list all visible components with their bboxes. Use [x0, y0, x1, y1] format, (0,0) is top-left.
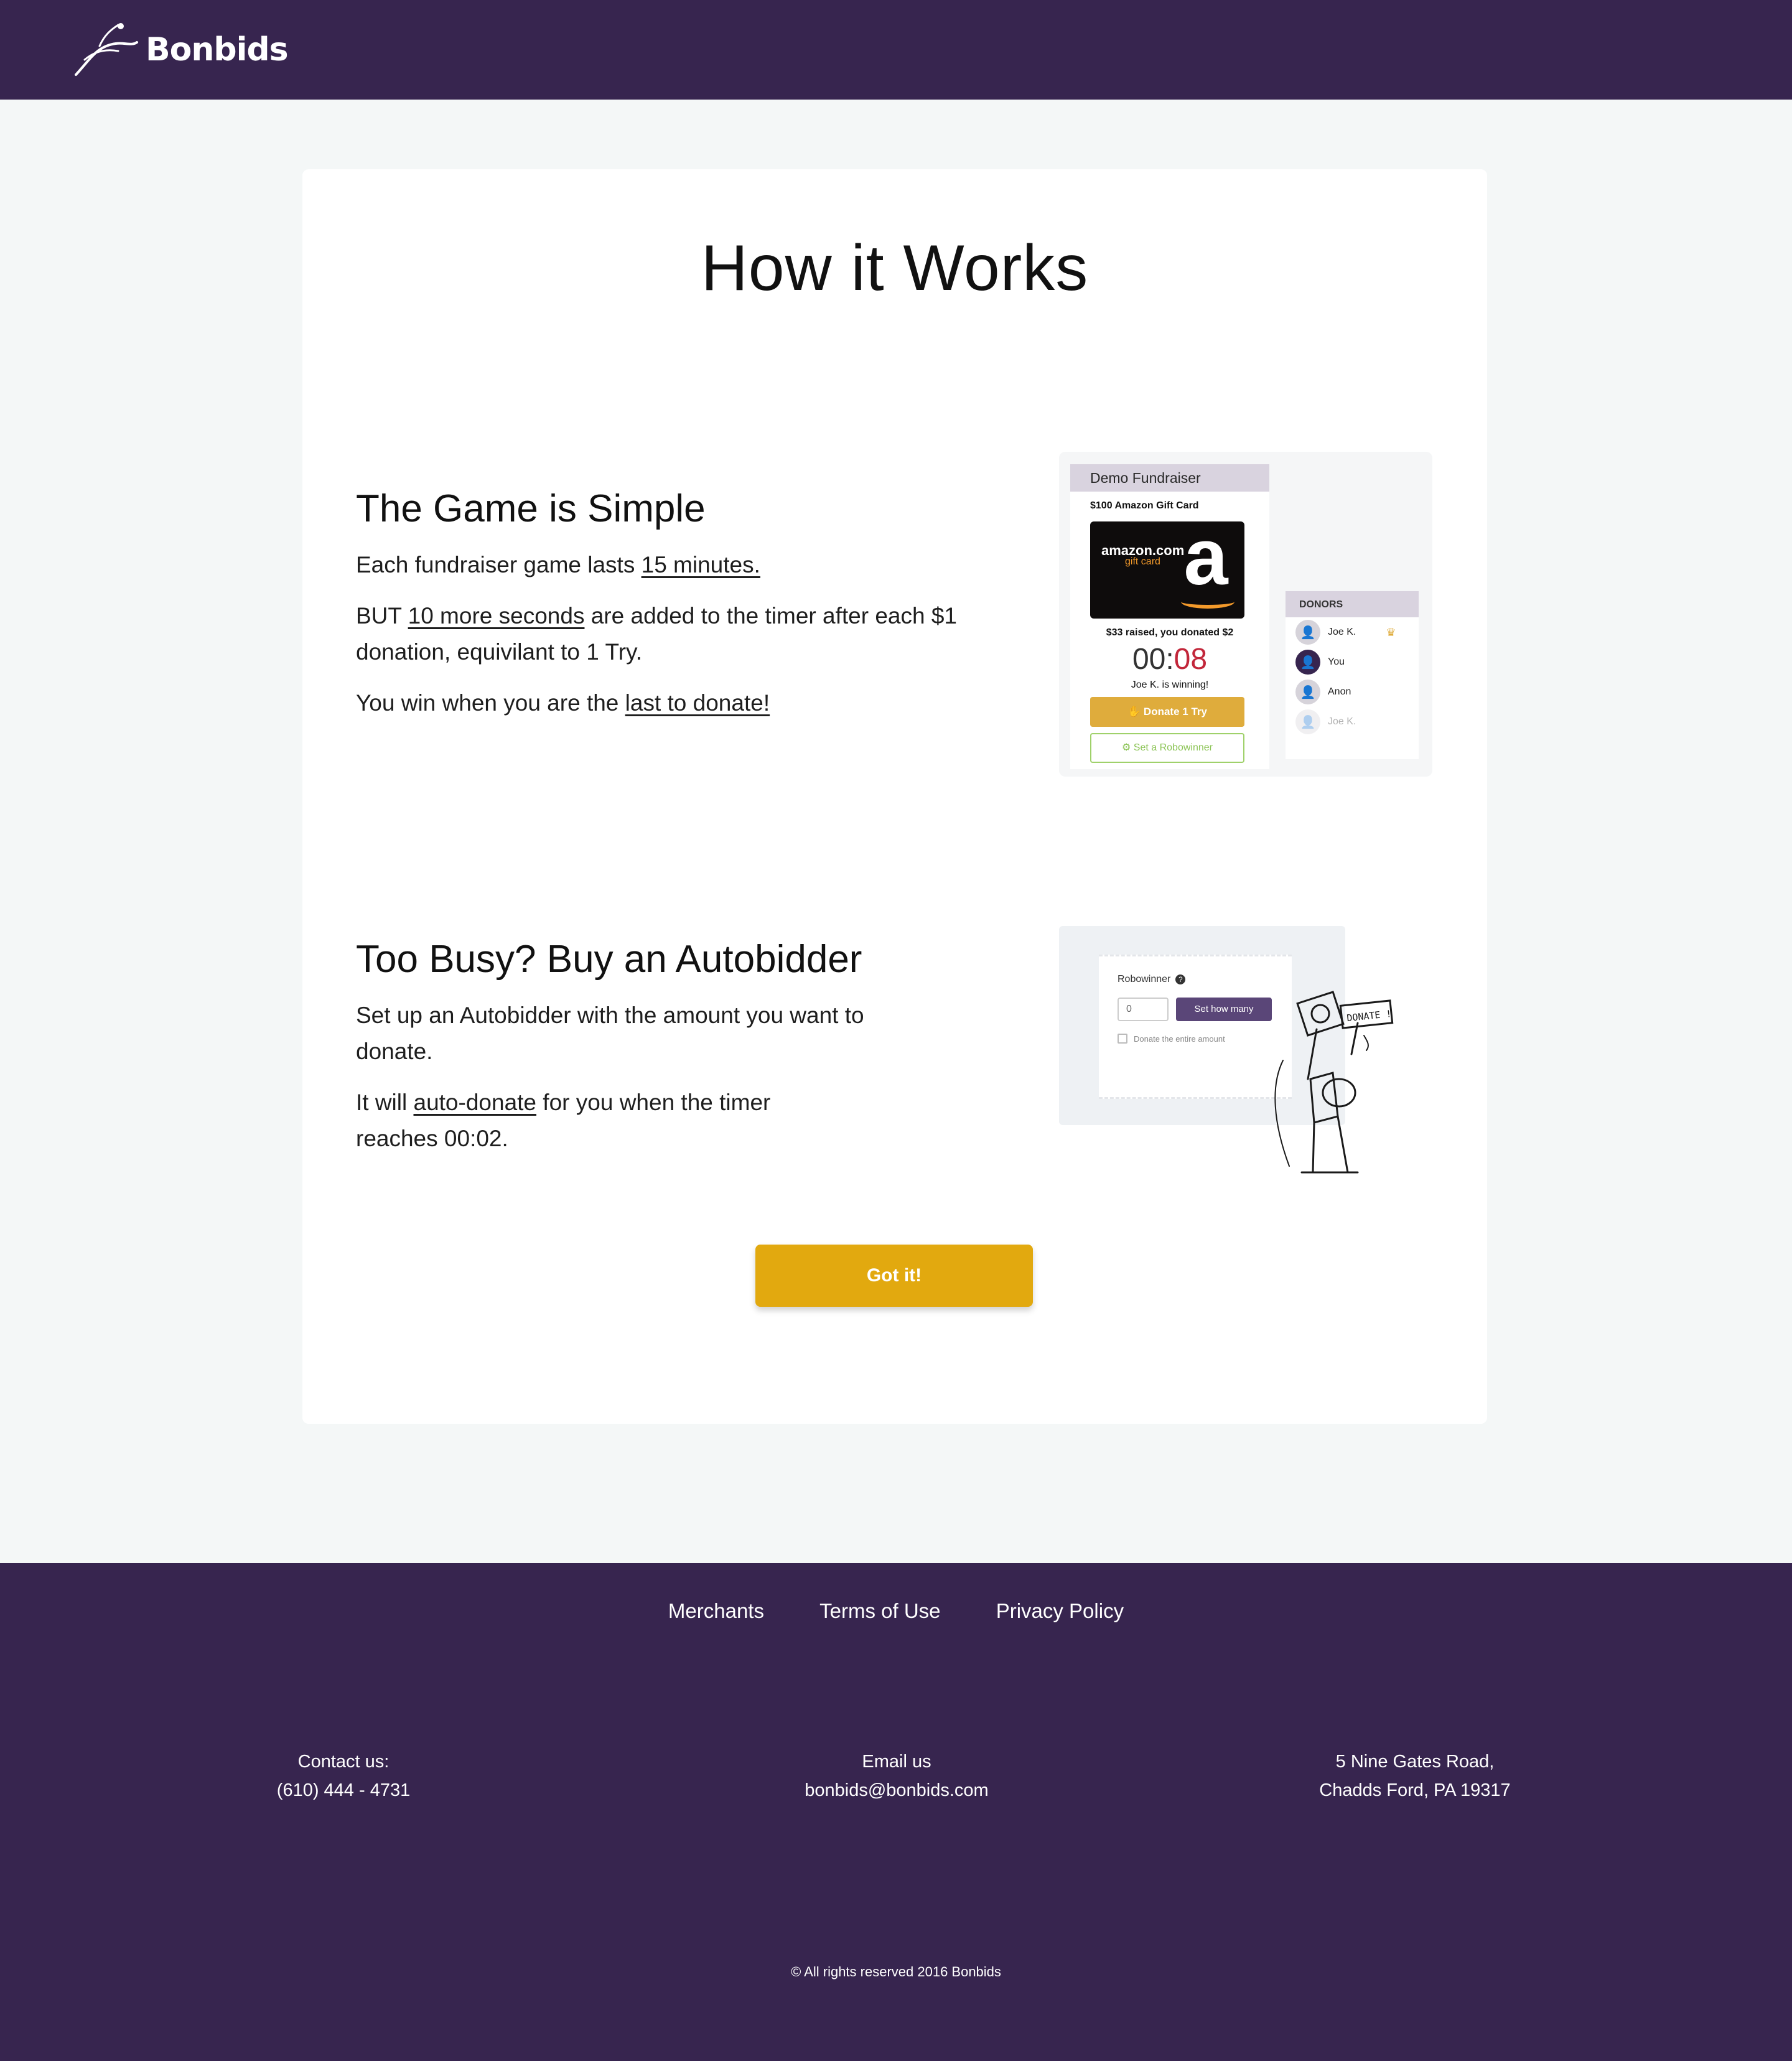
section-heading: The Game is Simple [356, 487, 706, 530]
footer-link-merchants[interactable]: Merchants [668, 1599, 764, 1622]
logo-text: Bonbids [146, 31, 289, 68]
robot-sketch-icon: DONATE ! [1274, 991, 1394, 1174]
seconds-link[interactable]: 10 more seconds [408, 603, 585, 629]
help-icon: ? [1175, 974, 1186, 984]
contact-email[interactable]: bonbids@bonbids.com [710, 1776, 1083, 1805]
robot-icon: ⚙ [1122, 742, 1134, 753]
contact-email-block: Email us bonbids@bonbids.com [710, 1747, 1083, 1805]
donors-panel: DONORS 👤 Joe K. ♛ 👤 You 👤 Anon 👤 Joe K. [1286, 591, 1419, 759]
avatar: 👤 [1295, 709, 1320, 734]
donor-item: 👤 Joe K. ♛ [1286, 617, 1419, 647]
autobidder-section: Too Busy? Buy an Autobidder Set up an Au… [356, 937, 903, 1172]
amazon-gift-card-image: amazon.com gift card a [1090, 513, 1244, 619]
countdown-timer: 00:08 [1132, 643, 1208, 676]
how-it-works-card: How it Works The Game is Simple Each fun… [302, 169, 1487, 1424]
page-title: How it Works [701, 232, 1089, 304]
avatar: 👤 [1295, 620, 1320, 645]
quantity-stepper: 0 [1118, 998, 1169, 1021]
donate-entire-checkbox: Donate the entire amount [1118, 1034, 1225, 1044]
hand-icon: ✋ [1127, 706, 1144, 717]
winning-text: Joe K. is winning! [1131, 680, 1209, 690]
footer: Merchants Terms of Use Privacy Policy Co… [0, 1563, 1792, 2061]
footer-link-terms[interactable]: Terms of Use [819, 1599, 940, 1622]
paragraph: You win when you are the last to donate! [356, 690, 770, 716]
bonbids-runner-icon [75, 23, 138, 76]
raised-text: $33 raised, you donated $2 [1106, 627, 1234, 638]
crown-icon: ♛ [1386, 625, 1396, 638]
set-robowinner-button: ⚙ Set a Robowinner [1090, 733, 1244, 763]
avatar: 👤 [1295, 650, 1320, 675]
duration-link[interactable]: 15 minutes. [642, 552, 760, 577]
amazon-smile-icon [1181, 595, 1234, 609]
donors-header: DONORS [1286, 591, 1419, 617]
donor-item: 👤 Joe K. [1286, 707, 1419, 737]
paragraph: BUT 10 more seconds are added to the tim… [356, 603, 957, 665]
address-line: Chadds Ford, PA 19317 [1319, 1780, 1511, 1800]
last-to-donate-link[interactable]: last to donate! [625, 690, 770, 716]
address-block: 5 Nine Gates Road, Chadds Ford, PA 19317 [1228, 1747, 1602, 1805]
section-heading: Too Busy? Buy an Autobidder [356, 938, 862, 981]
robowinner-illustration: Robowinner? 0 Set how many Donate the en… [1059, 926, 1431, 1185]
got-it-button[interactable]: Got it! [755, 1245, 1033, 1307]
donor-item: 👤 You [1286, 647, 1419, 677]
contact-phone[interactable]: (610) 444 - 4731 [157, 1776, 530, 1805]
logo[interactable]: Bonbids [72, 21, 289, 78]
email-title: Email us [862, 1752, 931, 1772]
robowinner-form: Robowinner? 0 Set how many Donate the en… [1099, 955, 1292, 1099]
sign-text: DONATE ! [1346, 1008, 1393, 1024]
donor-item: 👤 Anon [1286, 677, 1419, 707]
gift-card-label: $100 Amazon Gift Card [1090, 500, 1199, 511]
footer-link-privacy[interactable]: Privacy Policy [996, 1599, 1124, 1622]
game-simple-section: The Game is Simple Each fundraiser game … [356, 487, 978, 736]
demo-fundraiser-illustration: Demo Fundraiser $100 Amazon Gift Card am… [1059, 452, 1432, 777]
paragraph: Each fundraiser game lasts 15 minutes. [356, 552, 760, 577]
address-line: 5 Nine Gates Road, [1335, 1752, 1495, 1772]
copyright: © All rights reserved 2016 Bonbids [791, 1964, 1001, 1979]
auto-donate-link[interactable]: auto-donate [414, 1090, 537, 1115]
robowinner-label: Robowinner? [1118, 974, 1186, 985]
checkbox-icon [1118, 1034, 1127, 1044]
contact-title: Contact us: [297, 1752, 390, 1772]
footer-links: Merchants Terms of Use Privacy Policy [0, 1599, 1792, 1623]
amazon-a-icon: a [1183, 513, 1228, 602]
contact-phone-block: Contact us: (610) 444 - 4731 [157, 1747, 530, 1805]
avatar: 👤 [1295, 680, 1320, 704]
donate-try-button: ✋ Donate 1 Try [1090, 697, 1244, 727]
paragraph: Set up an Autobidder with the amount you… [356, 1002, 864, 1064]
amazon-sub: gift card [1125, 556, 1160, 567]
demo-tab: Demo Fundraiser [1070, 464, 1269, 492]
demo-panel: Demo Fundraiser $100 Amazon Gift Card am… [1070, 464, 1269, 769]
paragraph: It will auto-donate for you when the tim… [356, 1090, 771, 1151]
set-how-many-button: Set how many [1176, 998, 1272, 1021]
top-bar: Bonbids [0, 0, 1792, 100]
